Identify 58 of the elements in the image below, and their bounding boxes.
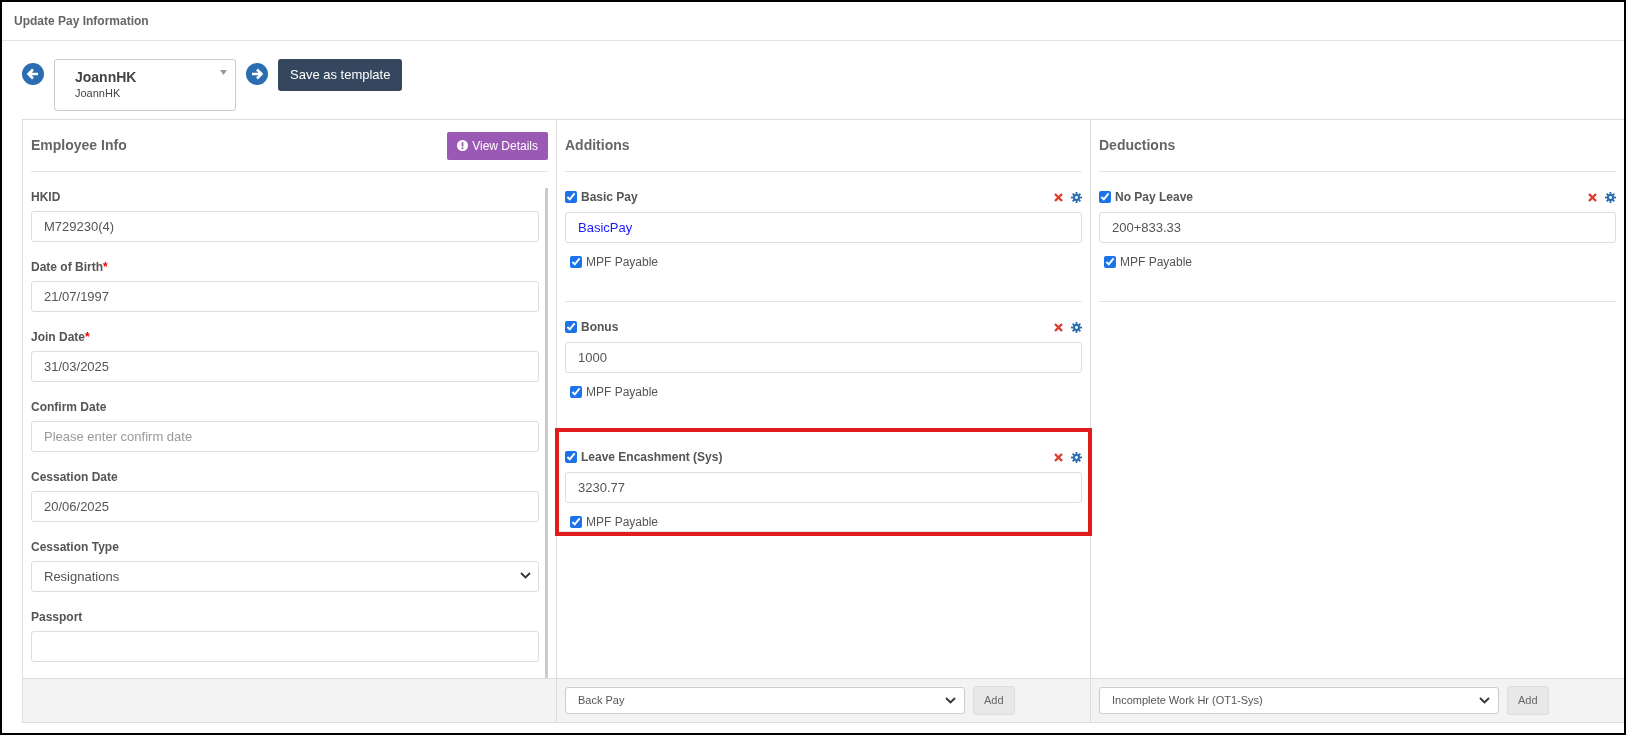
view-details-button[interactable]: View Details (447, 131, 548, 160)
chevron-down-icon (1479, 697, 1490, 704)
amount-field[interactable]: BasicPay (565, 212, 1082, 243)
field-label: Join Date* (31, 329, 91, 346)
page-title: Update Pay Information (2, 2, 1624, 41)
amount-field[interactable]: 3230.77 (565, 472, 1082, 503)
field-label: Confirm Date (31, 399, 108, 416)
caret-icon (220, 70, 227, 75)
pay-item-select[interactable]: Incomplete Work Hr (OT1-Sys) (1099, 687, 1499, 714)
checkbox-label: MPF Payable (586, 514, 659, 531)
item-name: No Pay Leave (1115, 189, 1195, 206)
close-icon[interactable] (1054, 452, 1063, 462)
settings-icon[interactable] (1071, 451, 1082, 463)
field-label: Cessation Date (31, 469, 119, 486)
item-name: Basic Pay (581, 189, 639, 206)
item-name: Bonus (581, 319, 620, 336)
item-checkbox[interactable] (565, 451, 577, 463)
close-icon[interactable] (1054, 322, 1063, 332)
amount-field[interactable]: 1000 (565, 342, 1082, 373)
input-field[interactable]: Please enter confirm date (31, 421, 539, 452)
exclamation-icon (457, 140, 469, 151)
field-label: HKID (31, 189, 62, 206)
item-checkbox[interactable] (565, 321, 577, 333)
cessation-type-select[interactable]: Resignations (31, 561, 539, 592)
checkbox-label: MPF Payable (586, 384, 659, 401)
save-template-button[interactable]: Save as template (278, 59, 403, 91)
input-field[interactable]: 21/07/1997 (31, 281, 539, 312)
section-title: Additions (565, 136, 630, 155)
settings-icon[interactable] (1071, 321, 1082, 333)
close-icon[interactable] (1588, 192, 1597, 202)
field-label: Passport (31, 609, 84, 626)
input-field[interactable]: 20/06/2025 (31, 491, 539, 522)
input-field[interactable] (31, 631, 539, 662)
mpf-checkbox[interactable] (570, 516, 582, 528)
settings-icon[interactable] (1605, 191, 1616, 203)
mpf-checkbox[interactable] (570, 256, 582, 268)
item-checkbox[interactable] (565, 191, 577, 203)
checkbox-label: MPF Payable (1120, 254, 1193, 271)
item-checkbox[interactable] (1099, 191, 1111, 203)
field-label: Cessation Type (31, 539, 120, 556)
mpf-checkbox[interactable] (1104, 256, 1116, 268)
chevron-down-icon (520, 572, 531, 579)
section-title: Employee Info (31, 136, 127, 155)
employee-picker[interactable]: JoannHK JoannHK (54, 59, 236, 111)
item-name: Leave Encashment (Sys) (581, 449, 724, 466)
pay-item-select[interactable]: Back Pay (565, 687, 965, 714)
field-label: Date of Birth* (31, 259, 109, 276)
mpf-checkbox[interactable] (570, 386, 582, 398)
section-title: Deductions (1099, 136, 1176, 155)
settings-icon[interactable] (1071, 191, 1082, 203)
add-button[interactable]: Add (973, 686, 1015, 715)
amount-field[interactable]: 200+833.33 (1099, 212, 1616, 243)
chevron-down-icon (945, 697, 956, 704)
input-field[interactable]: M729230(4) (31, 211, 539, 242)
checkbox-label: MPF Payable (586, 254, 659, 271)
close-icon[interactable] (1054, 192, 1063, 202)
input-field[interactable]: 31/03/2025 (31, 351, 539, 382)
add-button[interactable]: Add (1507, 686, 1549, 715)
